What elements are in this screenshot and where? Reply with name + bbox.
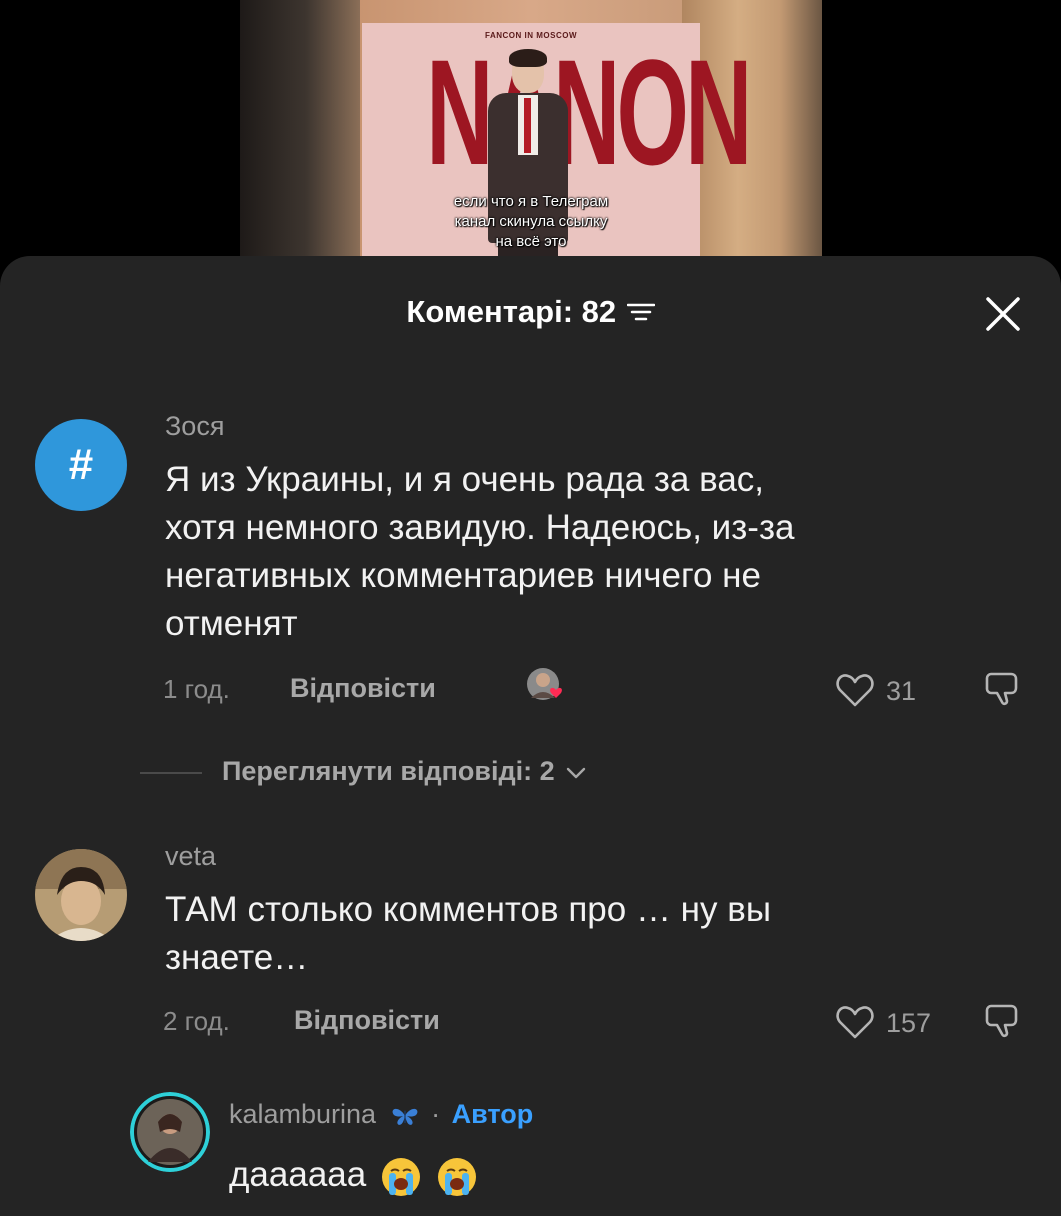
loudly-crying-face-icon (437, 1157, 476, 1196)
avatar[interactable] (130, 1092, 210, 1172)
heart-like-icon[interactable] (835, 1004, 875, 1040)
butterfly-icon (392, 1108, 418, 1125)
comment-text-line: Я из Украины, и я очень рада за вас, (165, 460, 765, 499)
caption-line: если что я в Телеграм (453, 193, 609, 210)
caption-line: канал скинула ссылку (454, 213, 608, 230)
comment-text: даааааа (229, 1151, 478, 1199)
like-count: 157 (886, 1008, 932, 1038)
comment-username[interactable]: kalamburina (229, 1099, 376, 1129)
dislike-icon[interactable] (983, 1000, 1023, 1040)
reply-button[interactable]: Відповісти (290, 673, 436, 704)
video-hair-left (240, 0, 360, 280)
comment-text-line: хотя немного завидую. Надеюсь, из-за (165, 508, 795, 547)
sheet-header: Коментарі: 82 (0, 294, 1061, 334)
replies-divider (140, 772, 202, 774)
caption-line: на всё это (495, 233, 567, 250)
comment-timestamp: 1 год. (163, 674, 230, 704)
close-x-icon[interactable] (985, 296, 1021, 332)
comments-sheet: Коментарі: 82 # Зося Я из Украины, и я о… (0, 256, 1061, 1216)
hash-icon: # (68, 440, 94, 489)
view-replies-button[interactable]: Переглянути відповіді: 2 (222, 756, 586, 787)
comment-username[interactable]: veta (165, 841, 216, 872)
comment-username[interactable]: Зося (165, 411, 224, 442)
loudly-crying-face-icon (381, 1157, 420, 1196)
dislike-icon[interactable] (983, 668, 1023, 708)
like-count: 31 (886, 676, 917, 706)
reply-button[interactable]: Відповісти (294, 1005, 440, 1036)
comment-timestamp: 2 год. (163, 1006, 230, 1036)
comment-text-line: негативных комментариев ничего не (165, 556, 761, 595)
separator-dot: · (431, 1099, 441, 1129)
avatar[interactable] (35, 849, 127, 941)
chevron-down-icon (567, 767, 586, 779)
avatar[interactable]: # (35, 419, 127, 511)
comment-text: Я из Украины, и я очень рада за вас, хот… (165, 456, 1025, 648)
comment-text-line: даааааа (229, 1155, 367, 1194)
comment-text: ТАМ столько комментов про … ну вы знаете… (165, 886, 1025, 982)
view-replies-label: Переглянути відповіді: 2 (222, 756, 555, 786)
video-caption: если что я в Телеграм канал скинула ссыл… (362, 192, 700, 252)
comment-username-row: kalamburina · Автор (229, 1099, 533, 1130)
creator-liked-avatar-icon (527, 668, 562, 700)
comment-text-line: ТАМ столько комментов про … ну вы (165, 890, 771, 929)
sort-lines-icon[interactable] (626, 301, 655, 323)
heart-like-icon[interactable] (835, 672, 875, 708)
video-player[interactable]: FANCON IN MOSCOW NANON если что я в Теле… (240, 0, 822, 280)
comments-count-title: Коментарі: 82 (406, 294, 617, 329)
comment-text-line: знаете… (165, 938, 309, 977)
comment-text-line: отменят (165, 604, 298, 643)
author-badge: Автор (451, 1099, 534, 1129)
